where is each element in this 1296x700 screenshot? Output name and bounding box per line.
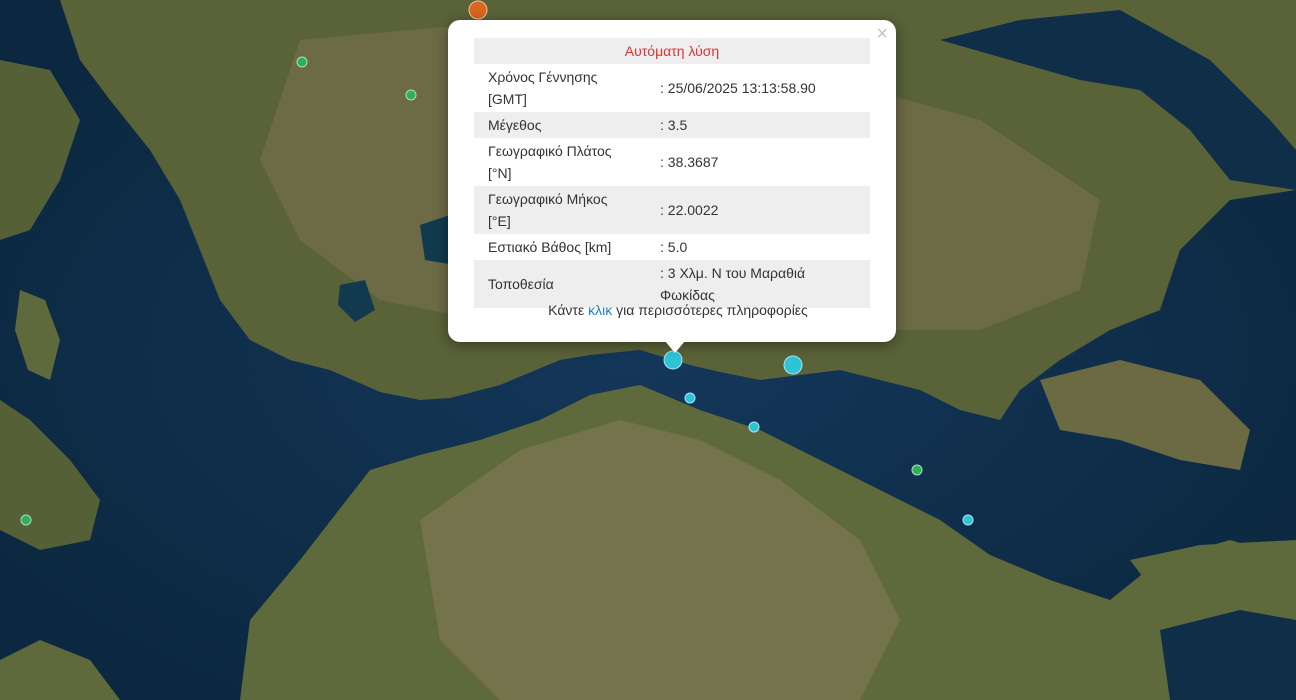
earthquake-marker[interactable] (783, 355, 803, 375)
earthquake-marker[interactable] (911, 464, 923, 476)
earthquake-marker[interactable] (296, 56, 308, 68)
popup-title: Αυτόματη λύση (474, 38, 870, 64)
earthquake-marker-selected[interactable] (663, 350, 683, 370)
popup-title-row: Αυτόματη λύση (474, 38, 870, 64)
earthquake-marker[interactable] (962, 514, 974, 526)
table-row: Τοποθεσία : 3 Χλμ. Ν του Μαραθιά Φωκίδας (474, 260, 870, 308)
earthquake-info-table: Αυτόματη λύση Χρόνος Γέννησης [GMT] : 25… (474, 38, 870, 308)
origin-time-value: : 25/06/2025 13:13:58.90 (660, 80, 816, 96)
earthquake-marker[interactable] (20, 514, 32, 526)
table-row: Γεωγραφικό Μήκος [°E] : 22.0022 (474, 186, 870, 234)
more-info-prefix: Κάντε (548, 302, 585, 318)
earthquake-marker[interactable] (405, 89, 417, 101)
depth-value: : 5.0 (660, 239, 688, 255)
location-label: Τοποθεσία (474, 260, 648, 308)
table-row: Γεωγραφικό Πλάτος [°N] : 38.3687 (474, 138, 870, 186)
location-value: : 3 Χλμ. Ν του Μαραθιά Φωκίδας (648, 260, 870, 308)
earthquake-marker[interactable] (684, 392, 696, 404)
more-info-text: Κάντε κλικ για περισσότερες πληροφορίες (448, 302, 908, 318)
earthquake-marker[interactable] (748, 421, 760, 433)
earthquake-info-popup: × Αυτόματη λύση Χρόνος Γέννησης [GMT] : … (448, 20, 896, 342)
table-row: Μέγεθος : 3.5 (474, 112, 870, 138)
table-row: Χρόνος Γέννησης [GMT] : 25/06/2025 13:13… (474, 64, 870, 112)
origin-time-label: Χρόνος Γέννησης [GMT] (488, 69, 598, 107)
magnitude-value: : 3.5 (648, 112, 870, 138)
magnitude-label: Μέγεθος (474, 112, 648, 138)
more-info-suffix: για περισσότερες πληροφορίες (616, 302, 808, 318)
table-row: Εστιακό Βάθος [km] : 5.0 (474, 234, 870, 260)
latitude-label: Γεωγραφικό Πλάτος [°N] (488, 143, 612, 181)
popup-tip (665, 341, 685, 353)
earthquake-marker[interactable] (468, 0, 488, 20)
longitude-label: Γεωγραφικό Μήκος [°E] (474, 186, 648, 234)
latitude-value: : 38.3687 (660, 154, 719, 170)
longitude-value: : 22.0022 (648, 186, 870, 234)
close-icon[interactable]: × (876, 24, 888, 44)
more-info-link[interactable]: κλικ (588, 302, 612, 318)
depth-label: Εστιακό Βάθος [km] (488, 239, 612, 255)
